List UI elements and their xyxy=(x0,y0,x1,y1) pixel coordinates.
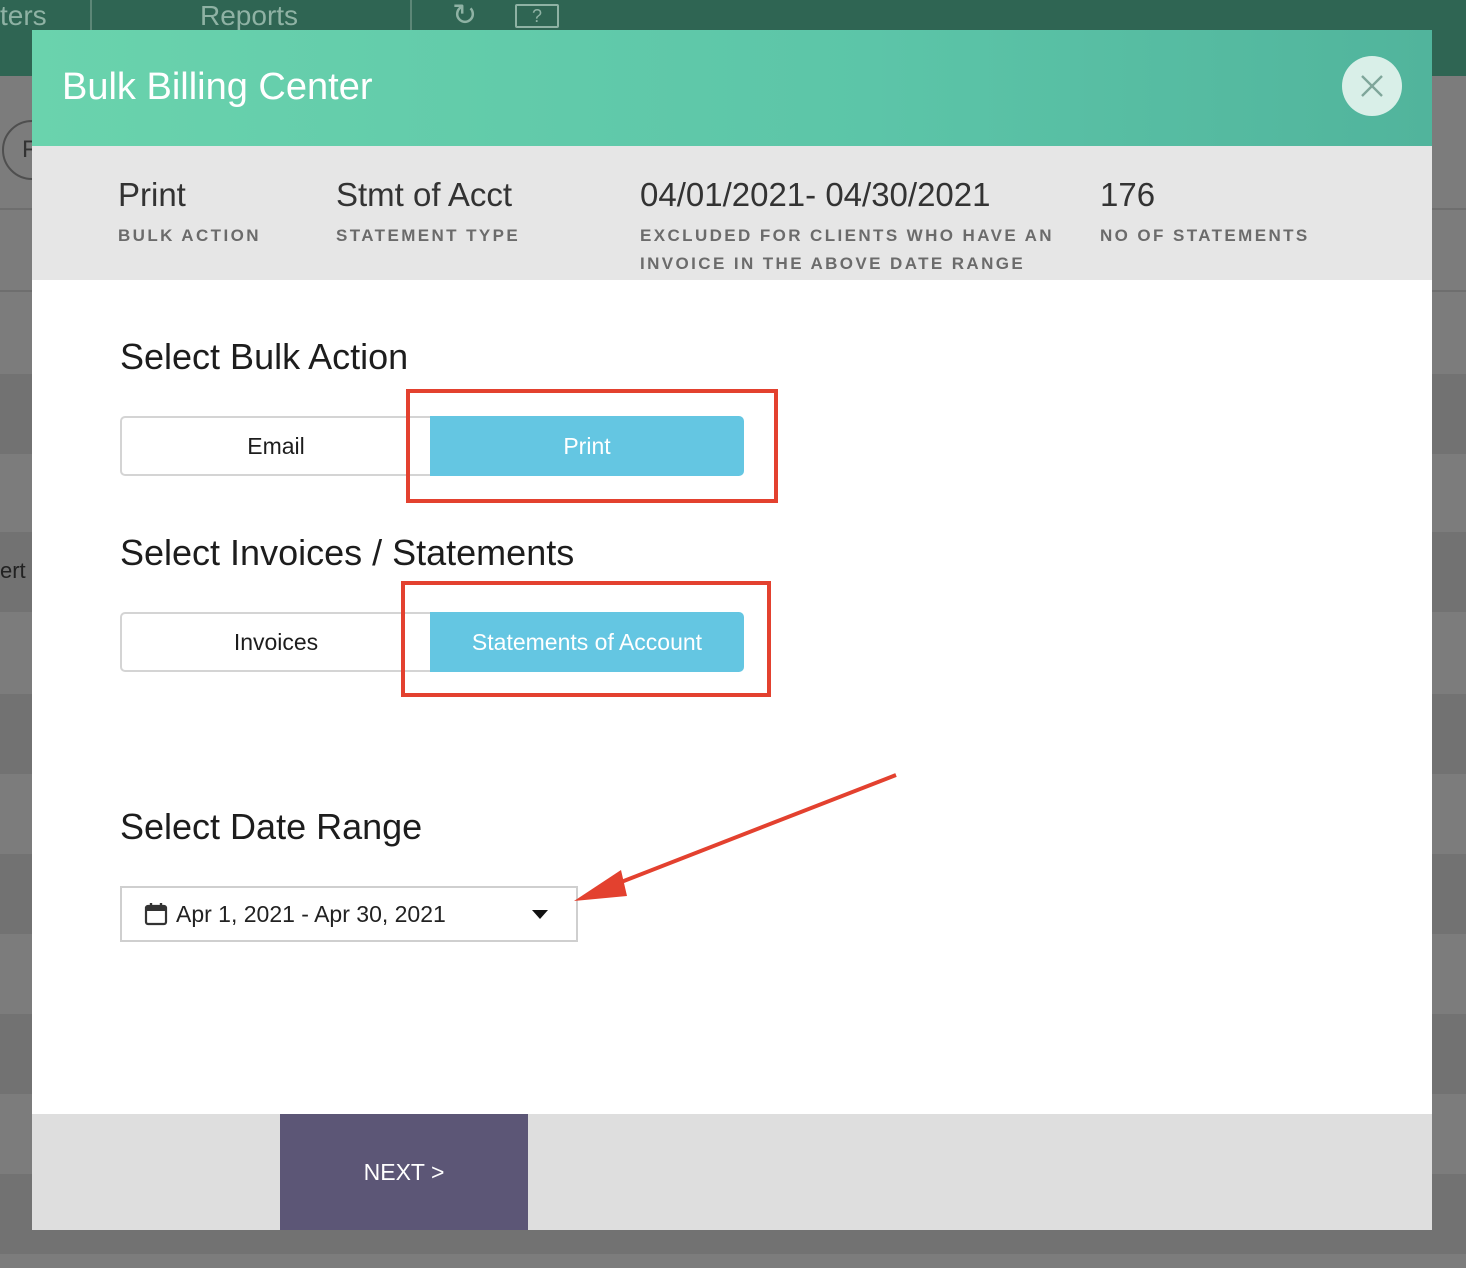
bg-row-text: ert xyxy=(0,558,26,583)
bg-tab-partial[interactable]: ters xyxy=(0,0,47,32)
refresh-icon[interactable]: ↻ xyxy=(452,1,486,32)
annotation-arrow xyxy=(574,773,897,901)
tab-divider xyxy=(410,0,412,34)
next-button[interactable]: NEXT > xyxy=(280,1114,528,1230)
tab-divider xyxy=(90,0,92,34)
modal-footer: NEXT > xyxy=(32,1114,1432,1230)
bulk-billing-modal: Bulk Billing Center Print BULK ACTION St… xyxy=(32,30,1432,1230)
bg-tab-reports[interactable]: Reports xyxy=(200,0,298,32)
help-icon[interactable]: ? xyxy=(515,4,559,28)
